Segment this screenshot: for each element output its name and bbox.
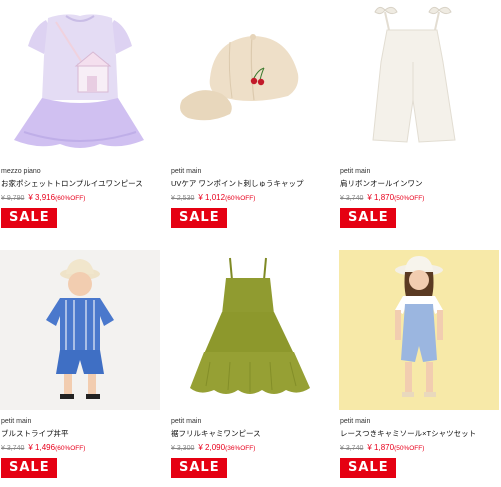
product-title[interactable]: お家ポシェットトロンプルイユワンピース [1, 179, 160, 188]
product-brand: petit main [171, 168, 202, 175]
discount-rate: (60%OFF) [225, 195, 256, 202]
product-card[interactable]: petit main 裾フリルキャミワンピース ¥ 3,300 ¥ 2,090(3… [170, 250, 330, 478]
girl-blue-romper-image[interactable] [339, 250, 499, 410]
price-line: ¥ 3,740 ¥ 1,496(60%OFF) [1, 441, 160, 454]
price-line: ¥ 3,300 ¥ 2,090(36%OFF) [171, 441, 330, 454]
price-line: ¥ 2,530 ¥ 1,012(60%OFF) [171, 191, 330, 204]
product-brand: petit main [340, 418, 371, 425]
sale-badge: SALE [1, 208, 57, 228]
sale-badge: SALE [171, 458, 227, 478]
sale-badge: SALE [1, 458, 57, 478]
product-brand: mezzo piano [1, 168, 41, 175]
product-card[interactable]: mezzo piano お家ポシェットトロンプルイユワンピース ¥ 9,790 ¥… [0, 0, 160, 228]
product-title[interactable]: 肩リボンオールインワン [340, 179, 499, 188]
white-jumpsuit-image[interactable] [339, 0, 499, 160]
product-grid: mezzo piano お家ポシェットトロンプルイユワンピース ¥ 9,790 ¥… [0, 0, 501, 487]
product-card[interactable]: petit main レースつきキャミソール×Tシャツセット ¥ 3,740 ¥ … [339, 250, 499, 478]
discount-rate: (50%OFF) [394, 445, 425, 452]
green-camisole-dress-image[interactable] [170, 250, 330, 410]
product-title[interactable]: 裾フリルキャミワンピース [171, 429, 330, 438]
product-title[interactable]: UVケア ワンポイント刺しゅうキャップ [171, 179, 330, 188]
original-price: ¥ 3,740 [1, 445, 25, 452]
sale-price: ¥ 2,090 [198, 443, 226, 452]
sale-price: ¥ 1,870 [367, 443, 395, 452]
product-brand: petit main [1, 418, 32, 425]
boy-blue-stripe-set-image[interactable] [0, 250, 160, 410]
product-card[interactable]: petit main UVケア ワンポイント刺しゅうキャップ ¥ 2,530 ¥ … [170, 0, 330, 228]
product-brand: petit main [340, 168, 371, 175]
lavender-dress-image[interactable] [0, 0, 160, 160]
sale-badge: SALE [171, 208, 227, 228]
sale-price: ¥ 1,012 [198, 193, 226, 202]
sale-price: ¥ 1,870 [367, 193, 395, 202]
discount-rate: (36%OFF) [225, 445, 256, 452]
original-price: ¥ 9,790 [1, 195, 25, 202]
sale-price: ¥ 1,496 [28, 443, 56, 452]
discount-rate: (60%OFF) [55, 195, 86, 202]
sale-badge: SALE [340, 458, 396, 478]
original-price: ¥ 3,300 [171, 445, 195, 452]
beige-cap-image[interactable] [170, 0, 330, 160]
price-line: ¥ 3,740 ¥ 1,870(50%OFF) [340, 191, 499, 204]
sale-price: ¥ 3,916 [28, 193, 56, 202]
discount-rate: (60%OFF) [55, 445, 86, 452]
sale-badge: SALE [340, 208, 396, 228]
product-brand: petit main [171, 418, 202, 425]
price-line: ¥ 3,740 ¥ 1,870(50%OFF) [340, 441, 499, 454]
original-price: ¥ 2,530 [171, 195, 195, 202]
product-title[interactable]: レースつきキャミソール×Tシャツセット [340, 429, 499, 438]
product-card[interactable]: petit main 肩リボンオールインワン ¥ 3,740 ¥ 1,870(50… [339, 0, 499, 228]
product-card[interactable]: petit main ブルストライプ丼平 ¥ 3,740 ¥ 1,496(60%O… [0, 250, 160, 478]
original-price: ¥ 3,740 [340, 195, 364, 202]
original-price: ¥ 3,740 [340, 445, 364, 452]
discount-rate: (50%OFF) [394, 195, 425, 202]
product-title[interactable]: ブルストライプ丼平 [1, 429, 160, 438]
price-line: ¥ 9,790 ¥ 3,916(60%OFF) [1, 191, 160, 204]
